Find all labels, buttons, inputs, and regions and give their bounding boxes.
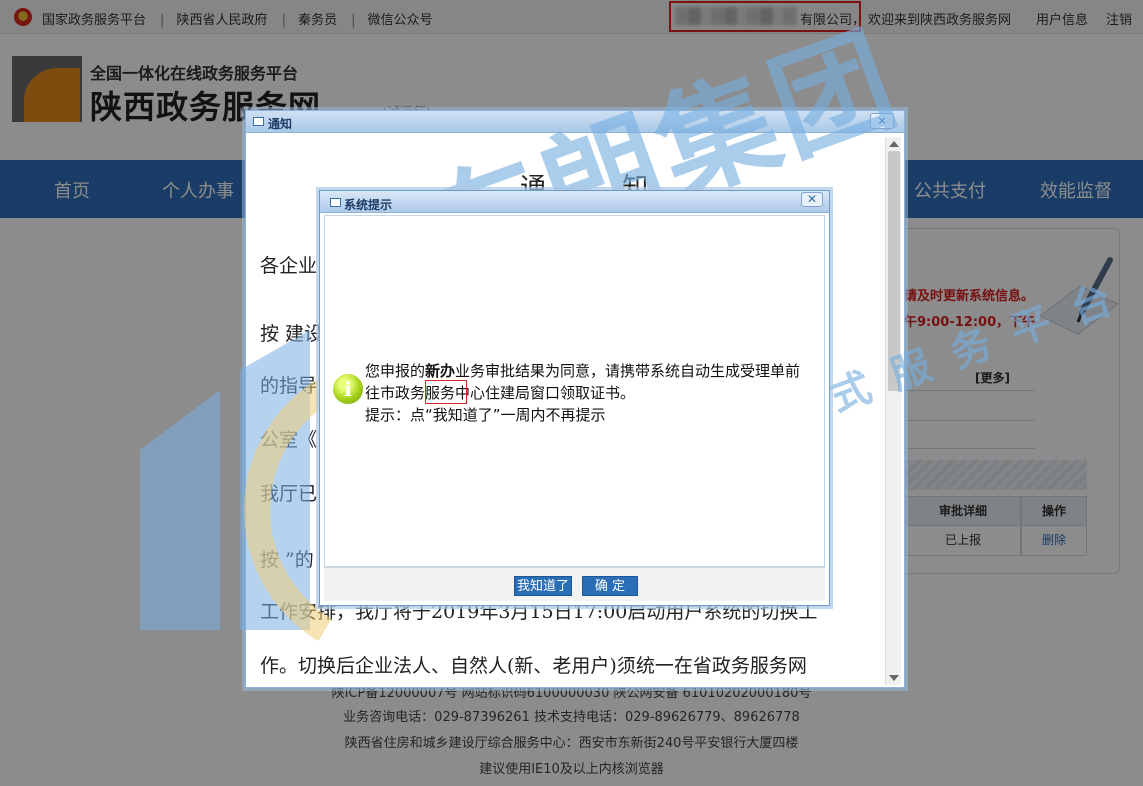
info-icon: i xyxy=(333,374,363,404)
notice-line: 按 建设 xyxy=(260,323,324,345)
system-dialog-buttonbar: 我知道了 确 定 xyxy=(324,567,825,601)
notice-close-icon[interactable]: ✕ xyxy=(870,113,894,129)
notice-dialog-title: 通知 xyxy=(268,117,293,131)
window-icon xyxy=(330,198,341,207)
system-close-icon[interactable]: ✕ xyxy=(801,192,823,207)
message-highlight: 新办 xyxy=(425,362,456,380)
notice-line: 各企业 xyxy=(260,255,318,277)
system-dialog-title: 系统提示 xyxy=(344,198,393,212)
notice-line: 按 ”的 xyxy=(260,549,314,571)
confirm-button[interactable]: 确 定 xyxy=(582,576,638,596)
system-dialog-titlebar: 系统提示 ✕ xyxy=(320,191,829,213)
system-dialog-body: i 您申报的新办业务审批结果为同意，请携带系统自动生成受理单前 往市政务服务中心… xyxy=(324,215,825,567)
message-line3: 提示：点“我知道了”一周内不再提示 xyxy=(365,406,606,424)
notice-dialog-titlebar: 通知 ✕ xyxy=(246,111,904,133)
scroll-thumb[interactable] xyxy=(888,151,900,391)
i-know-button[interactable]: 我知道了 xyxy=(514,576,572,596)
system-prompt-dialog: 系统提示 ✕ i 您申报的新办业务审批结果为同意，请携带系统自动生成受理单前 往… xyxy=(319,190,830,606)
window-icon xyxy=(253,117,264,126)
scroll-down-icon[interactable] xyxy=(889,675,899,681)
message-suffix: 业务审批结果为同意，请携带系统自动生成受理单前 xyxy=(455,362,801,380)
highlight-box xyxy=(425,380,467,404)
notice-line: 作。切换后企业法人、自然人(新、老用户)须统一在省政务服务网 xyxy=(260,655,807,677)
notice-scrollbar[interactable] xyxy=(885,137,901,685)
message-prefix: 您申报的 xyxy=(365,362,426,380)
notice-line: 我厅已 xyxy=(260,483,318,505)
scroll-up-icon[interactable] xyxy=(889,141,899,147)
